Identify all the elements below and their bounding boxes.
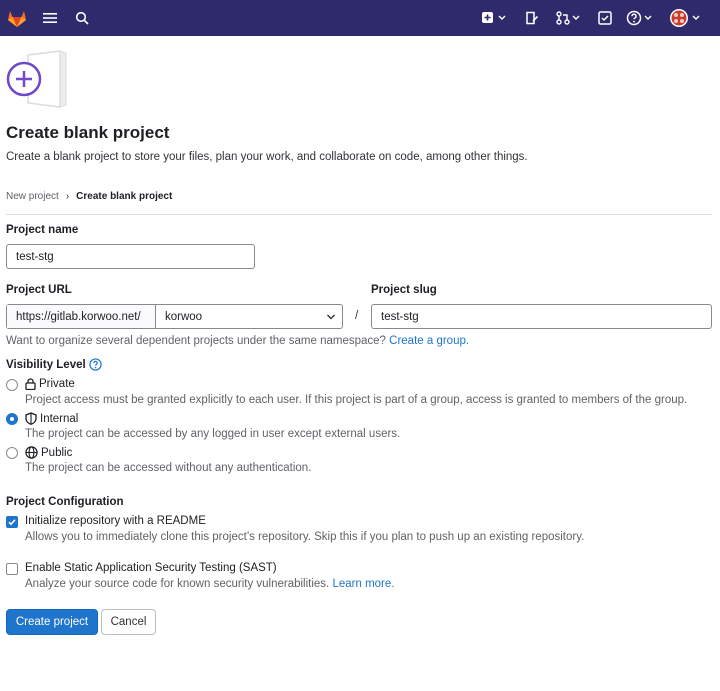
help-icon[interactable]	[625, 9, 655, 27]
user-avatar[interactable]	[668, 7, 702, 29]
gitlab-logo-icon[interactable]	[6, 8, 28, 28]
visibility-level-text: Visibility Level	[6, 358, 86, 371]
project-url-group: https://gitlab.korwoo.net/ korwoo	[6, 304, 343, 329]
enable-sast-checkbox[interactable]	[6, 563, 18, 575]
initialize-readme-label[interactable]: Initialize repository with a README	[25, 515, 206, 527]
project-configuration-label: Project Configuration	[6, 496, 124, 508]
todo-checkbox-icon[interactable]	[596, 9, 614, 27]
visibility-private-description: Project access must be granted explicitl…	[25, 394, 688, 406]
divider	[6, 214, 712, 215]
globe-icon	[25, 446, 38, 459]
visibility-private-label: Private	[39, 378, 75, 390]
namespace-select-value: korwoo	[165, 310, 203, 323]
checkmark-icon	[8, 519, 16, 526]
visibility-internal-description: The project can be accessed by any logge…	[25, 428, 401, 440]
breadcrumb: New project › Create blank project	[6, 191, 172, 202]
initialize-readme-checkbox[interactable]	[6, 516, 18, 528]
url-slug-separator: /	[355, 310, 359, 322]
enable-sast-description-text: Analyze your source code for known secur…	[25, 578, 330, 590]
top-navigation-bar	[0, 0, 720, 36]
enable-sast-label[interactable]: Enable Static Application Security Testi…	[25, 562, 277, 574]
visibility-public-radio[interactable]	[6, 447, 18, 459]
create-group-link[interactable]: Create a group.	[389, 335, 469, 347]
cancel-button[interactable]: Cancel	[101, 609, 156, 635]
lock-icon	[25, 378, 36, 390]
help-icon[interactable]	[89, 358, 102, 371]
visibility-private-radio[interactable]	[6, 379, 18, 391]
visibility-private-title[interactable]: Private	[25, 378, 75, 390]
initialize-readme-description: Allows you to immediately clone this pro…	[25, 531, 585, 543]
visibility-internal-label: Internal	[40, 412, 79, 425]
new-dropdown-button[interactable]	[480, 9, 510, 27]
visibility-public-title[interactable]: Public	[25, 446, 72, 459]
visibility-internal-title[interactable]: Internal	[25, 412, 78, 425]
visibility-internal-radio[interactable]	[6, 413, 18, 425]
breadcrumb-separator-icon: ›	[65, 191, 70, 202]
project-url-prefix: https://gitlab.korwoo.net/	[7, 305, 156, 328]
visibility-level-label: Visibility Level	[6, 358, 102, 371]
namespace-select[interactable]: korwoo	[156, 305, 342, 328]
visibility-public-label: Public	[41, 446, 73, 459]
visibility-public-description: The project can be accessed without any …	[25, 462, 312, 474]
learn-more-link[interactable]: Learn more.	[332, 578, 394, 590]
chevron-down-icon	[327, 314, 335, 320]
issues-icon[interactable]	[523, 9, 541, 27]
project-url-label: Project URL	[6, 284, 72, 296]
project-name-input[interactable]: test-stg	[6, 244, 255, 269]
blank-project-illustration-icon	[6, 47, 70, 111]
enable-sast-description: Analyze your source code for known secur…	[25, 578, 394, 590]
merge-request-icon[interactable]	[555, 9, 583, 27]
search-icon[interactable]	[74, 10, 90, 26]
group-hint: Want to organize several dependent proje…	[6, 335, 469, 347]
breadcrumb-new-project-link[interactable]: New project	[6, 191, 59, 202]
project-slug-input[interactable]: test-stg	[371, 304, 712, 329]
page-description: Create a blank project to store your fil…	[6, 151, 528, 163]
group-hint-text: Want to organize several dependent proje…	[6, 335, 386, 347]
project-name-label: Project name	[6, 224, 79, 236]
page-title: Create blank project	[6, 123, 170, 142]
project-slug-label: Project slug	[371, 284, 437, 296]
shield-icon	[25, 412, 37, 425]
hamburger-menu-icon[interactable]	[42, 10, 58, 26]
create-project-button[interactable]: Create project	[6, 609, 98, 635]
breadcrumb-current: Create blank project	[76, 191, 173, 202]
